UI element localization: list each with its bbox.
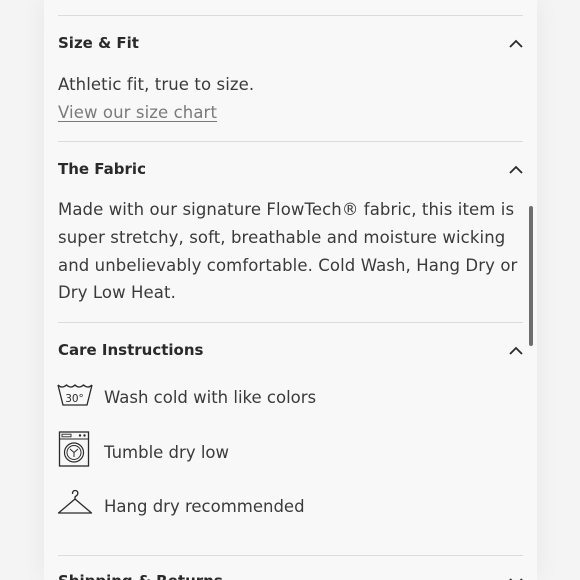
divider bbox=[58, 141, 523, 142]
care-item-label: Wash cold with like colors bbox=[104, 388, 317, 407]
divider bbox=[58, 15, 523, 16]
divider bbox=[58, 555, 523, 556]
shipping-title[interactable]: Shipping & Returns bbox=[58, 572, 223, 580]
chevron-up-icon[interactable] bbox=[508, 343, 524, 359]
chevron-down-icon[interactable] bbox=[508, 574, 524, 580]
size-chart-link[interactable]: View our size chart bbox=[58, 103, 217, 122]
tumble-dry-icon bbox=[58, 431, 90, 467]
fabric-body: Made with our signature FlowTech® fabric… bbox=[58, 200, 518, 303]
chevron-up-icon[interactable] bbox=[508, 36, 524, 52]
size-fit-title[interactable]: Size & Fit bbox=[58, 34, 139, 52]
hanger-icon bbox=[57, 489, 93, 514]
care-item-label: Tumble dry low bbox=[104, 443, 229, 462]
divider bbox=[58, 322, 523, 323]
scrollbar-thumb[interactable] bbox=[529, 206, 533, 346]
wash-30-icon: 30° bbox=[57, 384, 93, 406]
wash-temperature: 30° bbox=[65, 393, 84, 405]
care-title[interactable]: Care Instructions bbox=[58, 341, 203, 359]
fabric-title[interactable]: The Fabric bbox=[58, 160, 146, 178]
care-item-label: Hang dry recommended bbox=[104, 497, 305, 516]
size-fit-body: Athletic fit, true to size. bbox=[58, 75, 255, 94]
chevron-up-icon[interactable] bbox=[508, 162, 524, 178]
product-details-panel: Size & Fit Athletic fit, true to size. V… bbox=[44, 0, 537, 580]
size-fit-body-link-row: View our size chart bbox=[58, 99, 524, 127]
